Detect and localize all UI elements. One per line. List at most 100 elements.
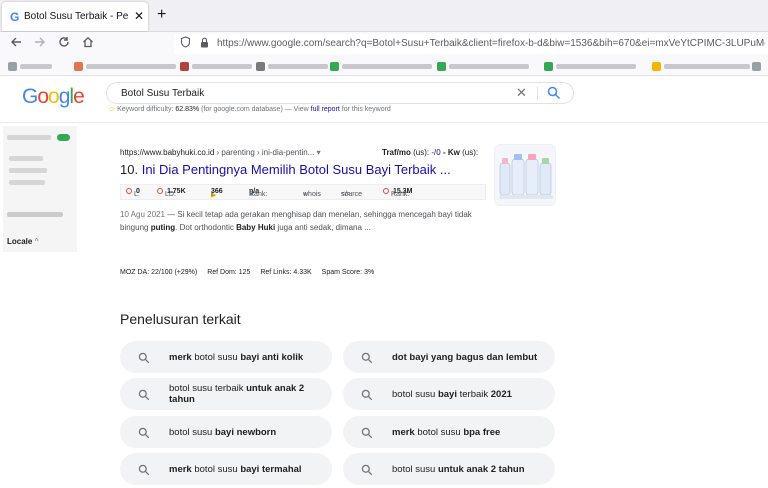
kd-tail: for this keyword xyxy=(341,106,391,113)
bookmark-item[interactable] xyxy=(256,61,328,71)
bookmark-item[interactable] xyxy=(437,61,529,71)
metric-ld[interactable]: LD: 1.75K xyxy=(157,188,186,198)
forward-icon[interactable] xyxy=(34,35,46,51)
result-title[interactable]: 10. Ini Dia Pentingnya Memilih Botol Sus… xyxy=(120,162,451,177)
bookmark-item[interactable] xyxy=(330,61,432,71)
locale-arrow-icon: ^ xyxy=(34,237,39,246)
related-search-chip[interactable]: botol susu bayi terbaik 2021 xyxy=(343,378,555,410)
related-search-label[interactable]: botol susu bayi terbaik 2021 xyxy=(392,378,548,410)
related-searches-heading: Penelusuran terkait xyxy=(120,311,241,327)
related-search-chip[interactable]: botol susu terbaik untuk anak 2 tahun xyxy=(120,378,332,410)
google-header: Google ✕ ☺ Keyword difficulty: 62.83% (f… xyxy=(0,77,768,123)
traffic-label: Traf/mo xyxy=(382,148,411,157)
kw-region: (us): xyxy=(462,148,479,157)
url-text[interactable]: https://www.google.com/search?q=Botol+Su… xyxy=(217,38,765,49)
search-icon xyxy=(138,426,150,439)
kd-label: Keyword difficulty: xyxy=(117,106,174,113)
full-report-link[interactable]: full report xyxy=(311,106,340,113)
sidebar-blur-text xyxy=(9,180,45,185)
related-search-label[interactable]: botol susu bayi newborn xyxy=(169,416,325,448)
related-search-label[interactable]: dot bayi yang bagus dan lembut xyxy=(392,341,548,373)
back-icon[interactable] xyxy=(10,35,22,51)
search-icon[interactable] xyxy=(547,86,561,100)
tab-close-icon[interactable]: ✕ xyxy=(134,9,144,23)
kd-source: (for google.com database) — View xyxy=(201,106,309,113)
result-number: 10. xyxy=(120,162,139,177)
related-search-chip[interactable]: merk botol susu bpa free xyxy=(343,416,555,448)
search-icon xyxy=(138,463,150,476)
browser-tab-bar: G Botol Susu Terbaik - Penelusuran ✕ + xyxy=(0,0,768,32)
browser-tab[interactable]: G Botol Susu Terbaik - Penelusuran ✕ xyxy=(2,2,148,31)
shield-icon[interactable] xyxy=(180,36,191,51)
result-menu-icon[interactable]: ▾ xyxy=(317,148,321,157)
url-bar[interactable]: https://www.google.com/search?q=Botol+Su… xyxy=(174,34,768,54)
google-favicon-icon: G xyxy=(10,10,20,24)
lock-icon[interactable] xyxy=(200,37,209,51)
bookmark-item[interactable] xyxy=(752,61,764,71)
keyword-difficulty-icon: ☺ xyxy=(108,106,116,113)
kd-value: 62.83% xyxy=(175,106,200,113)
locale-toggle[interactable]: Locale ^ xyxy=(7,237,38,246)
bookmark-item[interactable] xyxy=(180,61,252,71)
related-search-chip[interactable]: merk botol susu bayi termahal xyxy=(120,453,332,485)
related-search-label[interactable]: merk botol susu bayi termahal xyxy=(169,453,325,485)
traffic-region: (us): xyxy=(413,148,430,157)
sidebar-blur-text xyxy=(9,168,47,173)
related-search-chip[interactable]: dot bayi yang bagus dan lembut xyxy=(343,341,555,373)
related-search-label[interactable]: botol susu untuk anak 2 tahun xyxy=(392,453,548,485)
result-title-link[interactable]: Ini Dia Pentingnya Memilih Botol Susu Ba… xyxy=(142,162,451,177)
search-icon xyxy=(361,388,373,401)
search-icon xyxy=(138,351,150,364)
related-search-label[interactable]: botol susu terbaik untuk anak 2 tahun xyxy=(169,378,325,410)
locale-label: Locale xyxy=(7,237,33,246)
extension-sidebar: Locale ^ xyxy=(3,126,77,252)
result-thumbnail[interactable] xyxy=(494,144,556,206)
metric-rank2[interactable]: Rank: 15.3M xyxy=(383,188,412,198)
related-search-chip[interactable]: botol susu bayi newborn xyxy=(120,416,332,448)
home-icon[interactable] xyxy=(82,35,94,51)
search-box[interactable]: ✕ xyxy=(106,82,574,104)
moz-da: MOZ DA: 22/100 (+29%) xyxy=(120,269,198,276)
result-date: 10 Agu 2021 xyxy=(120,210,165,219)
bookmarks-toolbar xyxy=(0,56,768,76)
search-input[interactable] xyxy=(121,86,511,100)
bookmark-item[interactable] xyxy=(652,61,750,71)
ref-links: Ref Links: 4.33K xyxy=(260,269,312,276)
metric-rank[interactable]: ● Rank: n/a xyxy=(249,188,267,198)
bookmark-item[interactable] xyxy=(544,61,636,71)
tab-title: Botol Susu Terbaik - Penelusuran xyxy=(24,11,128,22)
l-circle-icon xyxy=(126,188,132,195)
related-search-chip[interactable]: botol susu untuk anak 2 tahun xyxy=(343,453,555,485)
traffic-value: -/0 xyxy=(431,148,441,157)
result-breadcrumb: › parenting › ini-dia-pentin... xyxy=(216,148,315,157)
related-search-chip[interactable]: merk botol susu bayi anti kolik xyxy=(120,341,332,373)
sidebar-blur-text xyxy=(7,212,63,217)
clear-search-icon[interactable]: ✕ xyxy=(516,85,527,101)
search-icon xyxy=(138,388,150,401)
result-domain[interactable]: https://www.babyhuki.co.id xyxy=(120,148,214,157)
related-search-label[interactable]: merk botol susu bpa free xyxy=(392,416,548,448)
sidebar-toggle[interactable] xyxy=(57,134,70,141)
reload-icon[interactable] xyxy=(58,35,70,51)
search-divider xyxy=(537,87,538,100)
ld-circle-icon xyxy=(157,188,163,195)
related-search-label[interactable]: merk botol susu bayi anti kolik xyxy=(169,341,325,373)
moz-metrics: MOZ DA: 22/100 (+29%) Ref Dom: 125 Ref L… xyxy=(120,269,382,276)
search-icon xyxy=(361,426,373,439)
new-tab-button[interactable]: + xyxy=(157,6,166,24)
search-icon xyxy=(361,351,373,364)
metric-l[interactable]: L: 0 xyxy=(126,188,140,198)
browser-nav-bar: https://www.google.com/search?q=Botol+Su… xyxy=(0,32,768,56)
traffic-info: Traf/mo (us): -/0 - Kw (us): xyxy=(382,148,478,157)
result-cite[interactable]: https://www.babyhuki.co.id › parenting ›… xyxy=(120,148,321,157)
bookmark-item[interactable] xyxy=(8,61,52,71)
bookmark-item[interactable] xyxy=(74,61,176,71)
result-snippet: 10 Agu 2021 — Si kecil tetap ada gerakan… xyxy=(120,210,472,232)
metric-i[interactable]: ▶ I: 366 xyxy=(211,188,223,199)
google-logo[interactable]: Google xyxy=(22,85,85,109)
search-icon xyxy=(361,463,373,476)
rank2-circle-icon xyxy=(383,188,389,195)
sidebar-blur-text xyxy=(7,135,51,140)
ref-dom: Ref Dom: 125 xyxy=(207,269,251,276)
spam-score: Spam Score: 3% xyxy=(321,269,375,276)
